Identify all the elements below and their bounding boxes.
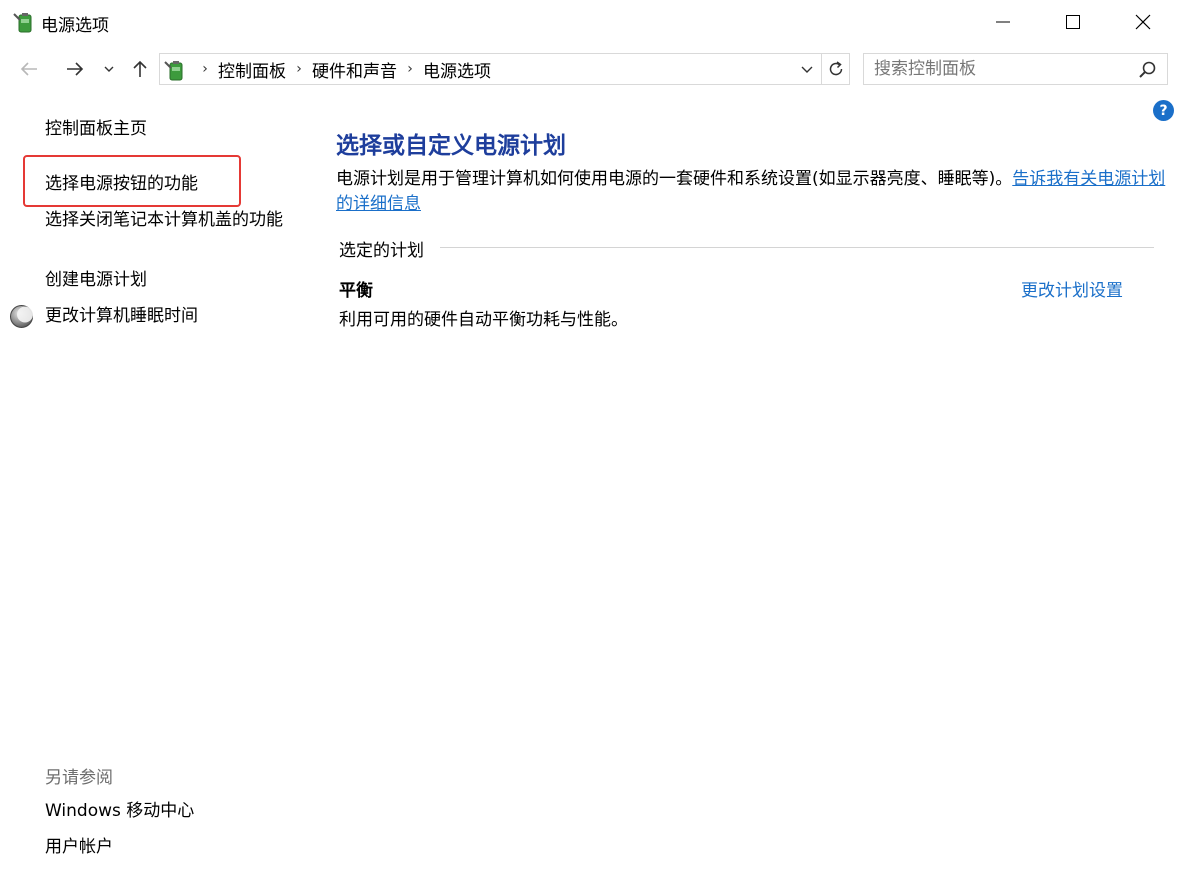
change-plan-settings-link[interactable]: 更改计划设置 xyxy=(1021,276,1123,301)
minimize-icon xyxy=(996,21,1010,23)
plan-description: 利用可用的硬件自动平衡功耗与性能。 xyxy=(339,310,628,330)
refresh-icon xyxy=(829,61,842,76)
title-bar: 电源选项 xyxy=(0,0,1180,44)
sidebar: 控制面板主页 选择电源按钮的功能 选择关闭笔记本计算机盖的功能 创建电源计划 更… xyxy=(0,100,320,890)
window-title: 电源选项 xyxy=(41,16,109,36)
arrow-left-icon xyxy=(20,62,37,76)
control-panel-icon xyxy=(164,61,183,81)
maximize-icon xyxy=(1066,15,1080,29)
close-button[interactable] xyxy=(1120,0,1166,44)
help-icon[interactable]: ? xyxy=(1153,100,1174,121)
chevron-down-icon xyxy=(801,66,813,73)
sidebar-item-control-panel-home[interactable]: 控制面板主页 xyxy=(45,117,147,142)
sleep-moon-icon xyxy=(10,305,33,328)
see-also-heading: 另请参阅 xyxy=(45,768,113,788)
power-options-icon xyxy=(13,13,32,33)
up-button[interactable] xyxy=(127,56,153,82)
recent-locations-button[interactable] xyxy=(98,56,120,82)
see-also-windows-mobility-center[interactable]: Windows 移动中心 xyxy=(45,799,194,824)
plan-name: 平衡 xyxy=(339,281,373,301)
search-input[interactable] xyxy=(864,54,1134,84)
chevron-right-icon: › xyxy=(202,61,208,77)
breadcrumb-power-options[interactable]: 电源选项 xyxy=(423,57,491,82)
breadcrumb: › 控制面板 › 硬件和声音 › 电源选项 xyxy=(192,54,491,84)
page-description: 电源计划是用于管理计算机如何使用电源的一套硬件和系统设置(如显示器亮度、睡眠等)… xyxy=(336,167,1166,217)
minimize-button[interactable] xyxy=(980,0,1026,44)
address-bar[interactable]: › 控制面板 › 硬件和声音 › 电源选项 xyxy=(159,53,822,85)
arrow-up-icon xyxy=(133,60,147,77)
breadcrumb-hardware-sound[interactable]: 硬件和声音 xyxy=(312,57,397,82)
search-box xyxy=(863,53,1168,85)
back-button[interactable] xyxy=(16,56,42,82)
forward-button[interactable] xyxy=(62,56,88,82)
page-title: 选择或自定义电源计划 xyxy=(336,133,566,159)
sidebar-item-lid-close-action[interactable]: 选择关闭笔记本计算机盖的功能 xyxy=(45,208,295,233)
refresh-button[interactable] xyxy=(822,53,850,85)
section-divider xyxy=(440,247,1154,248)
sidebar-item-sleep-time[interactable]: 更改计算机睡眠时间 xyxy=(45,304,198,329)
breadcrumb-control-panel[interactable]: 控制面板 xyxy=(218,57,286,82)
arrow-right-icon xyxy=(67,62,84,76)
search-icon[interactable] xyxy=(1137,60,1157,80)
maximize-button[interactable] xyxy=(1050,0,1096,44)
sidebar-item-create-plan[interactable]: 创建电源计划 xyxy=(45,268,147,293)
address-dropdown-button[interactable] xyxy=(795,54,819,84)
selected-plans-heading: 选定的计划 xyxy=(339,241,424,261)
chevron-right-icon[interactable]: › xyxy=(397,61,423,77)
description-text: 电源计划是用于管理计算机如何使用电源的一套硬件和系统设置(如显示器亮度、睡眠等)… xyxy=(336,169,1013,189)
chevron-right-icon[interactable]: › xyxy=(286,61,312,77)
sidebar-item-power-button-action[interactable]: 选择电源按钮的功能 xyxy=(45,172,198,197)
close-icon xyxy=(1135,14,1151,30)
see-also-user-accounts[interactable]: 用户帐户 xyxy=(45,835,113,860)
chevron-down-icon xyxy=(104,66,114,72)
